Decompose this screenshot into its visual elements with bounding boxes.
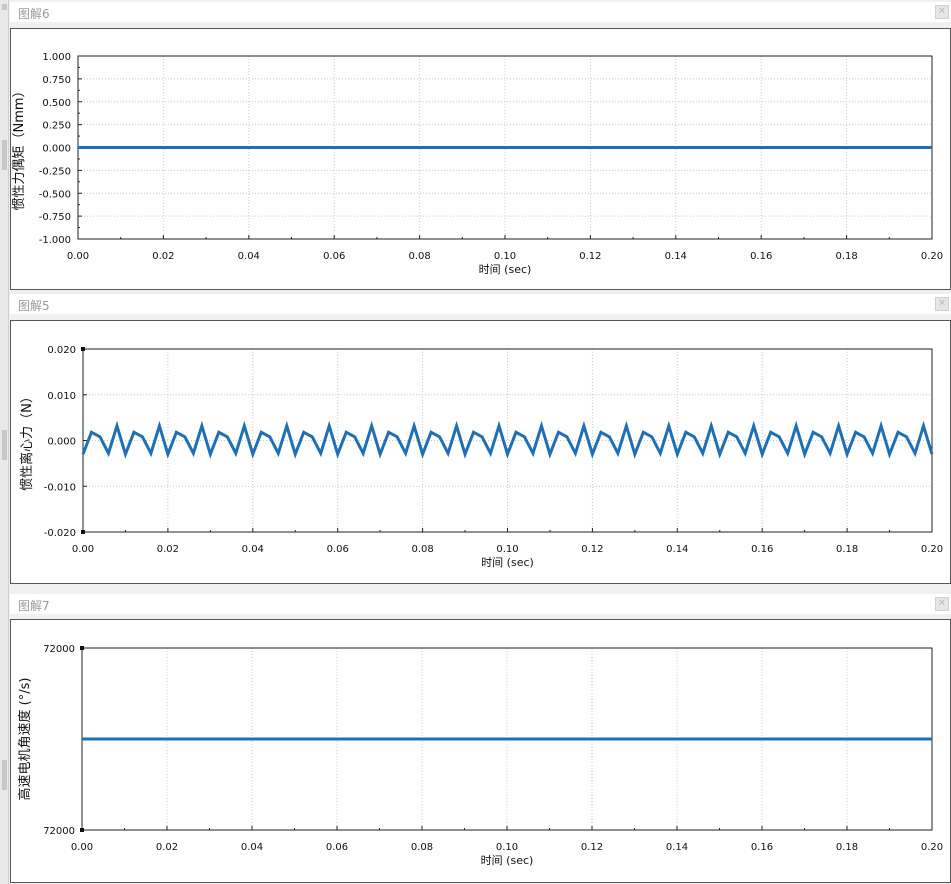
- close-icon[interactable]: ✕: [935, 297, 949, 311]
- x-tick-label: 0.18: [835, 251, 857, 262]
- panel-title-3: 图解7: [18, 599, 50, 613]
- panel-titlebar-1[interactable]: 图解6 ✕: [10, 2, 951, 22]
- y-tick-label: -0.750: [39, 212, 71, 223]
- x-axis-label: 时间 (sec): [481, 556, 534, 569]
- left-dock-strip: [0, 0, 9, 884]
- x-tick-label: 0.00: [67, 251, 89, 262]
- y-tick-label: 1.000: [42, 52, 71, 63]
- y-tick-label: -0.020: [44, 528, 76, 539]
- x-tick-label: 0.20: [921, 544, 943, 555]
- x-tick-label: 0.12: [579, 251, 601, 262]
- chart-3: 0.00 0.02 0.04 0.06 0.08 0.10 0.12 0.14 0.16 0.18…: [17, 644, 943, 867]
- close-icon[interactable]: ✕: [935, 597, 949, 611]
- y-tick-label: 0.250: [42, 121, 71, 132]
- x-tick-label: 0.02: [156, 842, 178, 853]
- x-tick-label: 0.12: [581, 842, 603, 853]
- x-tick-label: 0.02: [152, 251, 174, 262]
- dock-marker: [2, 430, 7, 460]
- close-icon[interactable]: ✕: [935, 5, 949, 19]
- chart-1: 0.00 0.02 0.04 0.06 0.08 0.10 0.12 0.14 0.16 0.18…: [11, 52, 943, 276]
- y-tick-label: -0.250: [39, 166, 71, 177]
- x-tick-label: 0.18: [836, 842, 858, 853]
- y-tick-label: 72000: [43, 644, 75, 655]
- panel-titlebar-2[interactable]: 图解5 ✕: [10, 294, 951, 314]
- x-axis-label: 时间 (sec): [479, 263, 532, 276]
- x-tick-label: 0.16: [750, 251, 772, 262]
- dock-marker: [2, 760, 7, 790]
- x-tick-label: 0.14: [665, 251, 687, 262]
- x-tick-label: 0.06: [327, 544, 349, 555]
- x-axis-label: 时间 (sec): [481, 854, 534, 867]
- x-tick-label: 0.10: [494, 251, 516, 262]
- y-tick-label: 0.010: [47, 391, 76, 402]
- x-tick-label: 0.14: [666, 544, 688, 555]
- y-axis-label: 惯性离心力（N）: [19, 390, 35, 491]
- dock-marker: [2, 140, 7, 170]
- panel-title-2: 图解5: [18, 299, 50, 313]
- y-tick-label: -1.000: [39, 235, 71, 246]
- x-tick-label: 0.00: [71, 842, 93, 853]
- chart-panel-3: 0.00 0.02 0.04 0.06 0.08 0.10 0.12 0.14 0.16 0.18…: [10, 619, 951, 883]
- chart-panel-1: 0.00 0.02 0.04 0.06 0.08 0.10 0.12 0.14 0.16 0.18…: [10, 28, 951, 290]
- x-tick-label: 0.18: [836, 544, 858, 555]
- x-tick-label: 0.16: [751, 544, 773, 555]
- x-tick-label: 0.10: [496, 842, 518, 853]
- y-tick-label: 0.500: [42, 98, 71, 109]
- x-tick-label: 0.00: [72, 544, 94, 555]
- axis-end-marker: [80, 646, 84, 650]
- axis-end-marker: [80, 828, 84, 832]
- chart-panel-2: 0.00 0.02 0.04 0.06 0.08 0.10 0.12 0.14 0.16 0.18…: [10, 320, 951, 584]
- panel-title-1: 图解6: [18, 7, 50, 21]
- y-tick-label: 0.750: [42, 75, 71, 86]
- panel-titlebar-3[interactable]: 图解7 ✕: [10, 594, 951, 614]
- x-tick-label: 0.12: [581, 544, 603, 555]
- axis-end-marker: [81, 530, 85, 534]
- x-tick-label: 0.08: [411, 544, 433, 555]
- dock-marker: [2, 4, 7, 10]
- x-tick-label: 0.20: [921, 842, 943, 853]
- x-tick-label: 0.08: [411, 842, 433, 853]
- x-tick-label: 0.06: [326, 842, 348, 853]
- axis-end-marker: [81, 347, 85, 351]
- x-tick-label: 0.08: [408, 251, 430, 262]
- x-tick-label: 0.06: [323, 251, 345, 262]
- y-tick-label: -0.010: [44, 482, 76, 493]
- y-tick-label: 0.000: [42, 144, 71, 155]
- x-tick-label: 0.02: [157, 544, 179, 555]
- y-axis-label: 惯性力偶矩（Nmm）: [11, 84, 27, 210]
- y-axis-label: 高速电机角速度 (°/s): [17, 678, 33, 801]
- x-tick-label: 0.04: [238, 251, 260, 262]
- y-tick-label: 0.020: [47, 345, 76, 356]
- x-tick-label: 0.04: [242, 544, 264, 555]
- x-tick-label: 0.16: [751, 842, 773, 853]
- y-tick-label: 0.000: [47, 437, 76, 448]
- x-tick-label: 0.20: [921, 251, 943, 262]
- x-tick-label: 0.14: [666, 842, 688, 853]
- x-tick-label: 0.10: [496, 544, 518, 555]
- y-tick-label: 72000: [43, 826, 75, 837]
- chart-2: 0.00 0.02 0.04 0.06 0.08 0.10 0.12 0.14 0.16 0.18…: [19, 345, 943, 569]
- x-tick-label: 0.04: [241, 842, 263, 853]
- y-tick-label: -0.500: [39, 189, 71, 200]
